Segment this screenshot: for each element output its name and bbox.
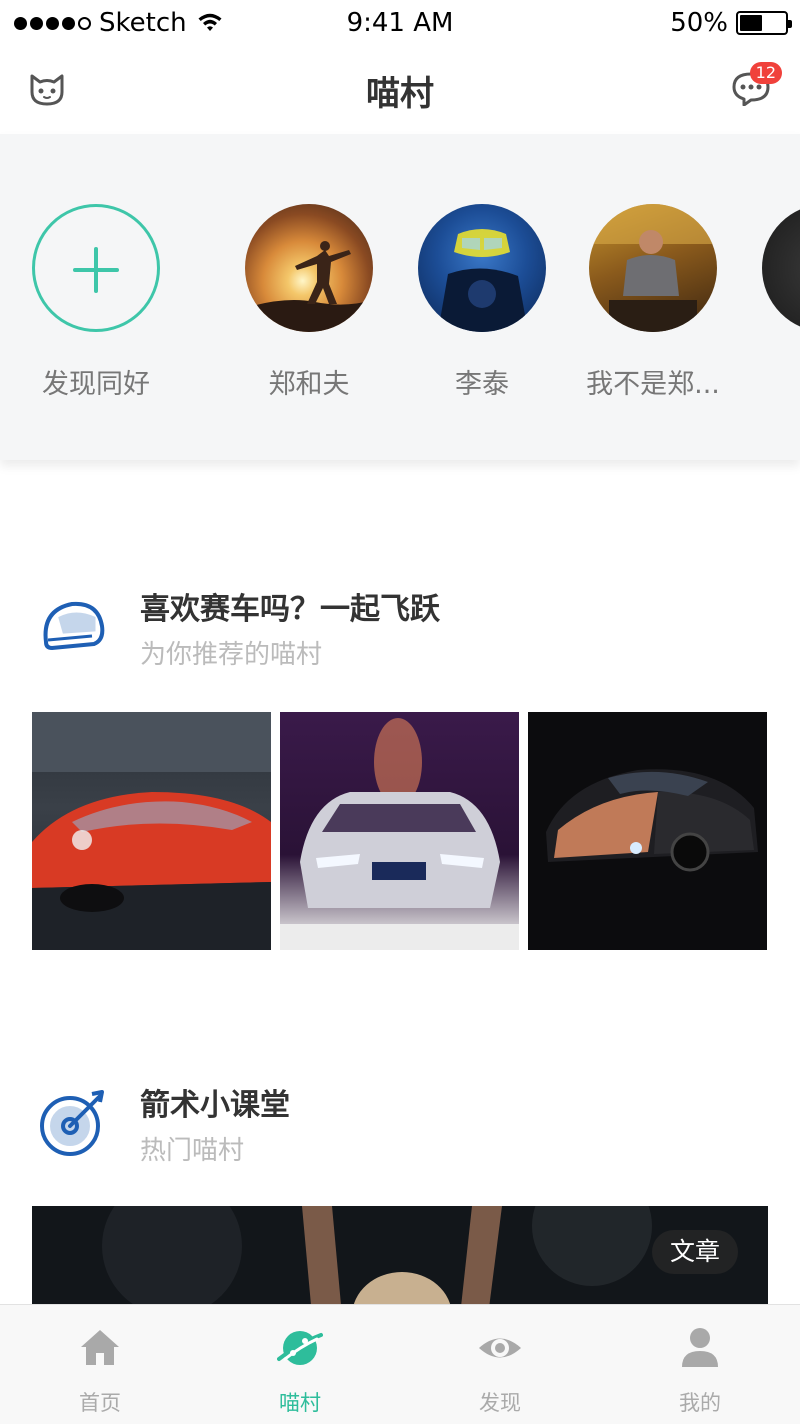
friend-item[interactable]: 李泰 — [396, 204, 568, 401]
section-title: 箭术小课堂 — [140, 1088, 290, 1123]
add-circle-icon — [32, 204, 160, 332]
tab-label: 我的 — [679, 1391, 721, 1415]
tab-label: 发现 — [479, 1391, 521, 1415]
tab-profile[interactable]: 我的 — [600, 1305, 800, 1424]
section-subtitle: 为你推荐的喵村 — [140, 640, 323, 670]
tab-discover[interactable]: 发现 — [400, 1305, 600, 1424]
tab-home[interactable]: 首页 — [0, 1305, 200, 1424]
home-icon — [81, 1330, 119, 1365]
friend-name: 刘 — [740, 362, 800, 401]
discover-friends-label: 发现同好 — [42, 369, 150, 400]
friend-name: 郑和夫 — [268, 369, 350, 400]
section-subtitle: 热门喵村 — [140, 1136, 245, 1166]
friends-strip: 发现同好 郑和夫 李泰 我不是郑... — [0, 134, 800, 460]
eye-icon — [479, 1338, 521, 1358]
article-banner[interactable]: 文章 — [32, 1206, 768, 1316]
status-right: 50% — [670, 8, 792, 38]
section-title: 喜欢赛车吗？一起飞跃 — [140, 592, 440, 627]
battery-percent: 50% — [670, 8, 728, 38]
article-tag: 文章 — [651, 1230, 738, 1274]
tab-label: 首页 — [79, 1391, 121, 1415]
tab-label: 喵村 — [279, 1391, 321, 1415]
target-arrow-icon — [40, 1090, 104, 1156]
page-title: 喵村 — [366, 74, 434, 114]
friend-item[interactable]: 我不是郑... — [567, 204, 739, 401]
avatar — [245, 204, 373, 332]
friend-item[interactable]: 郑和夫 — [223, 204, 395, 401]
section-racing-header[interactable]: 喜欢赛车吗？一起飞跃 为你推荐的喵村 — [0, 584, 800, 694]
person-icon — [682, 1328, 718, 1367]
car-image-row — [32, 712, 768, 950]
avatar — [418, 204, 546, 332]
friend-name: 我不是郑... — [586, 369, 720, 400]
planet-icon — [277, 1331, 323, 1365]
discover-friends-button[interactable]: 发现同好 — [10, 204, 182, 401]
friend-item[interactable]: 刘 — [740, 204, 800, 401]
car-image[interactable] — [280, 712, 519, 950]
avatar — [589, 204, 717, 332]
status-bar: Sketch 9:41 AM 50% — [0, 0, 800, 48]
car-image[interactable] — [528, 712, 767, 950]
tab-bar: 首页 喵村 发现 我的 — [0, 1304, 800, 1424]
message-count-badge: 12 — [749, 62, 782, 84]
section-archery-header[interactable]: 箭术小课堂 热门喵村 — [0, 1080, 800, 1190]
racing-helmet-icon — [43, 601, 105, 650]
avatar — [762, 204, 800, 332]
tab-village[interactable]: 喵村 — [200, 1305, 400, 1424]
friend-name: 李泰 — [455, 369, 509, 400]
car-image[interactable] — [32, 712, 271, 950]
battery-icon — [736, 11, 792, 35]
nav-bar: 喵村 12 — [0, 48, 800, 134]
